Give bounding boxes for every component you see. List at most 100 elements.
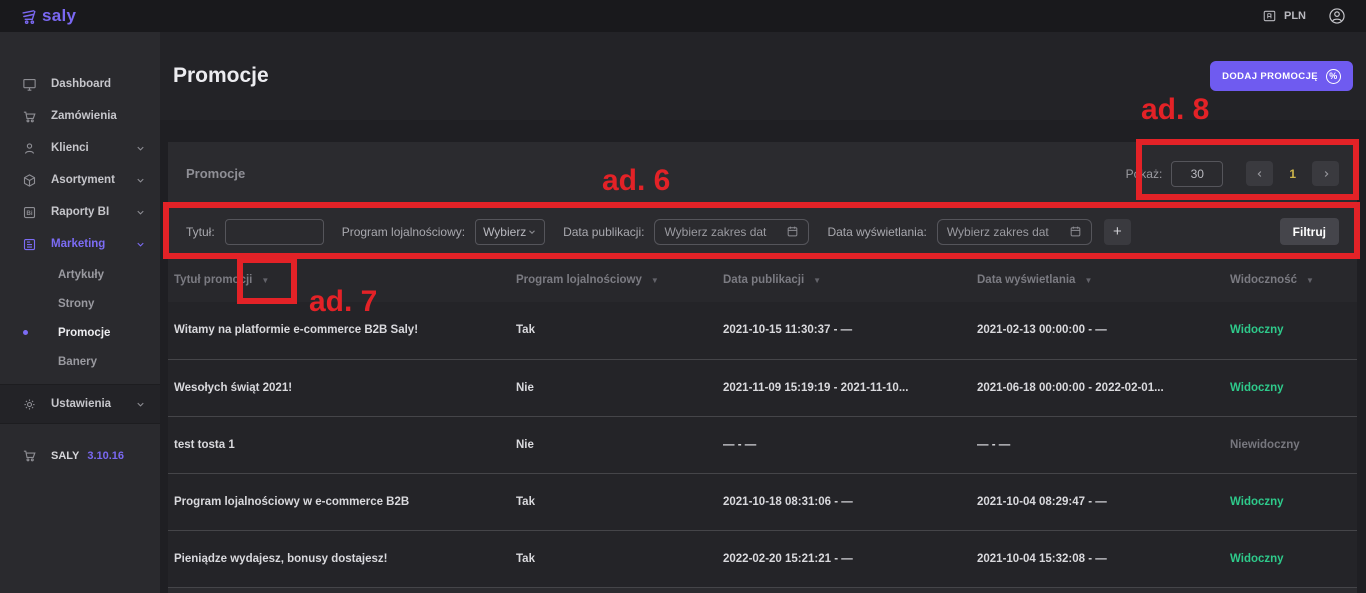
main-content: Promocje DODAJ PROMOCJĘ % Promocje Pokaż… bbox=[160, 32, 1366, 593]
banknote-icon bbox=[1262, 9, 1277, 23]
topbar: saly PLN bbox=[0, 0, 1366, 32]
sidebar-item-label: Asortyment bbox=[51, 174, 115, 186]
page-title: Promocje bbox=[173, 64, 269, 88]
program-filter-label: Program lojalnościowy: bbox=[342, 225, 465, 239]
chevron-down-icon bbox=[527, 227, 537, 237]
display-date-range-picker[interactable]: Wybierz zakres dat bbox=[937, 219, 1092, 245]
title-filter-label: Tytuł: bbox=[186, 225, 215, 239]
person-icon bbox=[22, 141, 37, 156]
cell-published: 2021-10-18 08:31:06 - — bbox=[717, 473, 971, 530]
cell-displayed: 2021-10-04 08:29:47 - — bbox=[971, 473, 1224, 530]
sidebar-subitem-artykuly[interactable]: Artykuły bbox=[0, 260, 160, 289]
marketing-icon bbox=[22, 237, 37, 252]
sort-icon[interactable]: ▼ bbox=[651, 276, 659, 285]
cell-program: Tak bbox=[510, 473, 717, 530]
sidebar-subitem-banery[interactable]: Banery bbox=[0, 347, 160, 376]
promotions-table: Tytuł promocji▼ Program lojalnościowy▼ D… bbox=[168, 258, 1357, 588]
table-row[interactable]: Pieniądze wydajesz, bonusy dostajesz! Ta… bbox=[168, 530, 1357, 587]
currency-selector[interactable]: PLN bbox=[1262, 9, 1306, 23]
cell-published: 2021-11-09 15:19:19 - 2021-11-10... bbox=[717, 359, 971, 416]
cell-title: Witamy na platformie e-commerce B2B Saly… bbox=[168, 302, 510, 359]
app-version: 3.10.16 bbox=[87, 450, 124, 462]
sidebar-item-ustawienia[interactable]: Ustawienia bbox=[0, 384, 160, 424]
cell-program: Nie bbox=[510, 416, 717, 473]
bi-report-icon: Bi bbox=[22, 205, 37, 220]
add-promotion-label: DODAJ PROMOCJĘ bbox=[1222, 71, 1318, 82]
pagination: Pokaż: 1 bbox=[1126, 161, 1339, 187]
sidebar-item-zamowienia[interactable]: Zamówienia bbox=[0, 100, 160, 132]
sidebar-subitem-promocje[interactable]: Promocje bbox=[0, 318, 160, 347]
column-header-title[interactable]: Tytuł promocji▼ bbox=[168, 258, 510, 302]
sort-icon[interactable]: ▼ bbox=[1084, 276, 1092, 285]
chevron-down-icon bbox=[135, 399, 146, 410]
svg-text:Bi: Bi bbox=[26, 210, 33, 217]
cart-icon bbox=[22, 109, 37, 124]
sort-icon[interactable]: ▼ bbox=[813, 276, 821, 285]
column-header-displayed[interactable]: Data wyświetlania▼ bbox=[971, 258, 1224, 302]
chevron-down-icon bbox=[135, 207, 146, 218]
sort-icon[interactable]: ▼ bbox=[261, 276, 269, 285]
sidebar-item-dashboard[interactable]: Dashboard bbox=[0, 68, 160, 100]
current-page-number: 1 bbox=[1289, 167, 1296, 181]
brand-name: SALY bbox=[51, 450, 79, 462]
cell-program: Tak bbox=[510, 530, 717, 587]
table-header-row: Tytuł promocji▼ Program lojalnościowy▼ D… bbox=[168, 258, 1357, 302]
sidebar-item-label: Dashboard bbox=[51, 78, 111, 90]
app-root: saly PLN Dashboard bbox=[0, 0, 1366, 593]
sidebar-subitem-label: Banery bbox=[58, 356, 97, 368]
panel-header: Promocje Pokaż: 1 bbox=[168, 142, 1357, 205]
column-header-published[interactable]: Data publikacji▼ bbox=[717, 258, 971, 302]
chevron-down-icon bbox=[135, 143, 146, 154]
title-filter-input[interactable] bbox=[225, 219, 324, 245]
program-filter-select[interactable]: Wybierz bbox=[475, 219, 545, 245]
cell-title: Program lojalnościowy w e-commerce B2B bbox=[168, 473, 510, 530]
sidebar-item-label: Raporty BI bbox=[51, 206, 109, 218]
cart-icon bbox=[22, 448, 37, 463]
table-row[interactable]: Program lojalnościowy w e-commerce B2B T… bbox=[168, 473, 1357, 530]
chevron-down-icon bbox=[135, 239, 146, 250]
promotions-panel: Promocje Pokaż: 1 Tytuł: bbox=[168, 142, 1357, 593]
add-filter-button[interactable]: + bbox=[1104, 219, 1131, 245]
cell-title: Wesołych świąt 2021! bbox=[168, 359, 510, 416]
percent-icon: % bbox=[1326, 69, 1341, 84]
cell-displayed: 2021-10-04 15:32:08 - — bbox=[971, 530, 1224, 587]
publish-date-range-picker[interactable]: Wybierz zakres dat bbox=[654, 219, 809, 245]
filter-submit-button[interactable]: Filtruj bbox=[1280, 218, 1339, 245]
cell-visibility: Widoczny bbox=[1224, 530, 1357, 587]
page-size-input[interactable] bbox=[1171, 161, 1223, 187]
cell-program: Tak bbox=[510, 302, 717, 359]
chevron-down-icon bbox=[135, 175, 146, 186]
table-row[interactable]: Witamy na platformie e-commerce B2B Saly… bbox=[168, 302, 1357, 359]
sidebar-item-label: Marketing bbox=[51, 238, 105, 250]
prev-page-button[interactable] bbox=[1246, 161, 1273, 186]
cell-title: test tosta 1 bbox=[168, 416, 510, 473]
cube-icon bbox=[22, 173, 37, 188]
sort-icon[interactable]: ▼ bbox=[1306, 276, 1314, 285]
sidebar-subitem-strony[interactable]: Strony bbox=[0, 289, 160, 318]
add-promotion-button[interactable]: DODAJ PROMOCJĘ % bbox=[1210, 61, 1353, 91]
column-header-program[interactable]: Program lojalnościowy▼ bbox=[510, 258, 717, 302]
active-dot bbox=[23, 330, 28, 335]
sidebar-item-asortyment[interactable]: Asortyment bbox=[0, 164, 160, 196]
sidebar-subitem-label: Promocje bbox=[58, 327, 110, 339]
saly-logo[interactable]: saly bbox=[20, 6, 76, 26]
filter-bar: Tytuł: Program lojalnościowy: Wybierz Da… bbox=[168, 205, 1357, 258]
cell-visibility: Widoczny bbox=[1224, 359, 1357, 416]
sidebar: Dashboard Zamówienia Klienci bbox=[0, 32, 160, 593]
cell-displayed: 2021-06-18 00:00:00 - 2022-02-01... bbox=[971, 359, 1224, 416]
cell-published: — - — bbox=[717, 416, 971, 473]
cell-visibility: Widoczny bbox=[1224, 473, 1357, 530]
sidebar-item-raporty-bi[interactable]: Bi Raporty BI bbox=[0, 196, 160, 228]
table-row[interactable]: test tosta 1 Nie — - — — - — Niewidoczny bbox=[168, 416, 1357, 473]
cell-displayed: 2021-02-13 00:00:00 - — bbox=[971, 302, 1224, 359]
table-row[interactable]: Wesołych świąt 2021! Nie 2021-11-09 15:1… bbox=[168, 359, 1357, 416]
sidebar-item-label: Klienci bbox=[51, 142, 89, 154]
sidebar-item-klienci[interactable]: Klienci bbox=[0, 132, 160, 164]
column-header-visibility[interactable]: Widoczność▼ bbox=[1224, 258, 1357, 302]
cell-displayed: — - — bbox=[971, 416, 1224, 473]
user-avatar-icon[interactable] bbox=[1328, 7, 1346, 25]
sidebar-item-label: Ustawienia bbox=[51, 398, 111, 410]
logo-text: saly bbox=[42, 6, 76, 26]
sidebar-item-marketing[interactable]: Marketing bbox=[0, 228, 160, 260]
next-page-button[interactable] bbox=[1312, 161, 1339, 186]
